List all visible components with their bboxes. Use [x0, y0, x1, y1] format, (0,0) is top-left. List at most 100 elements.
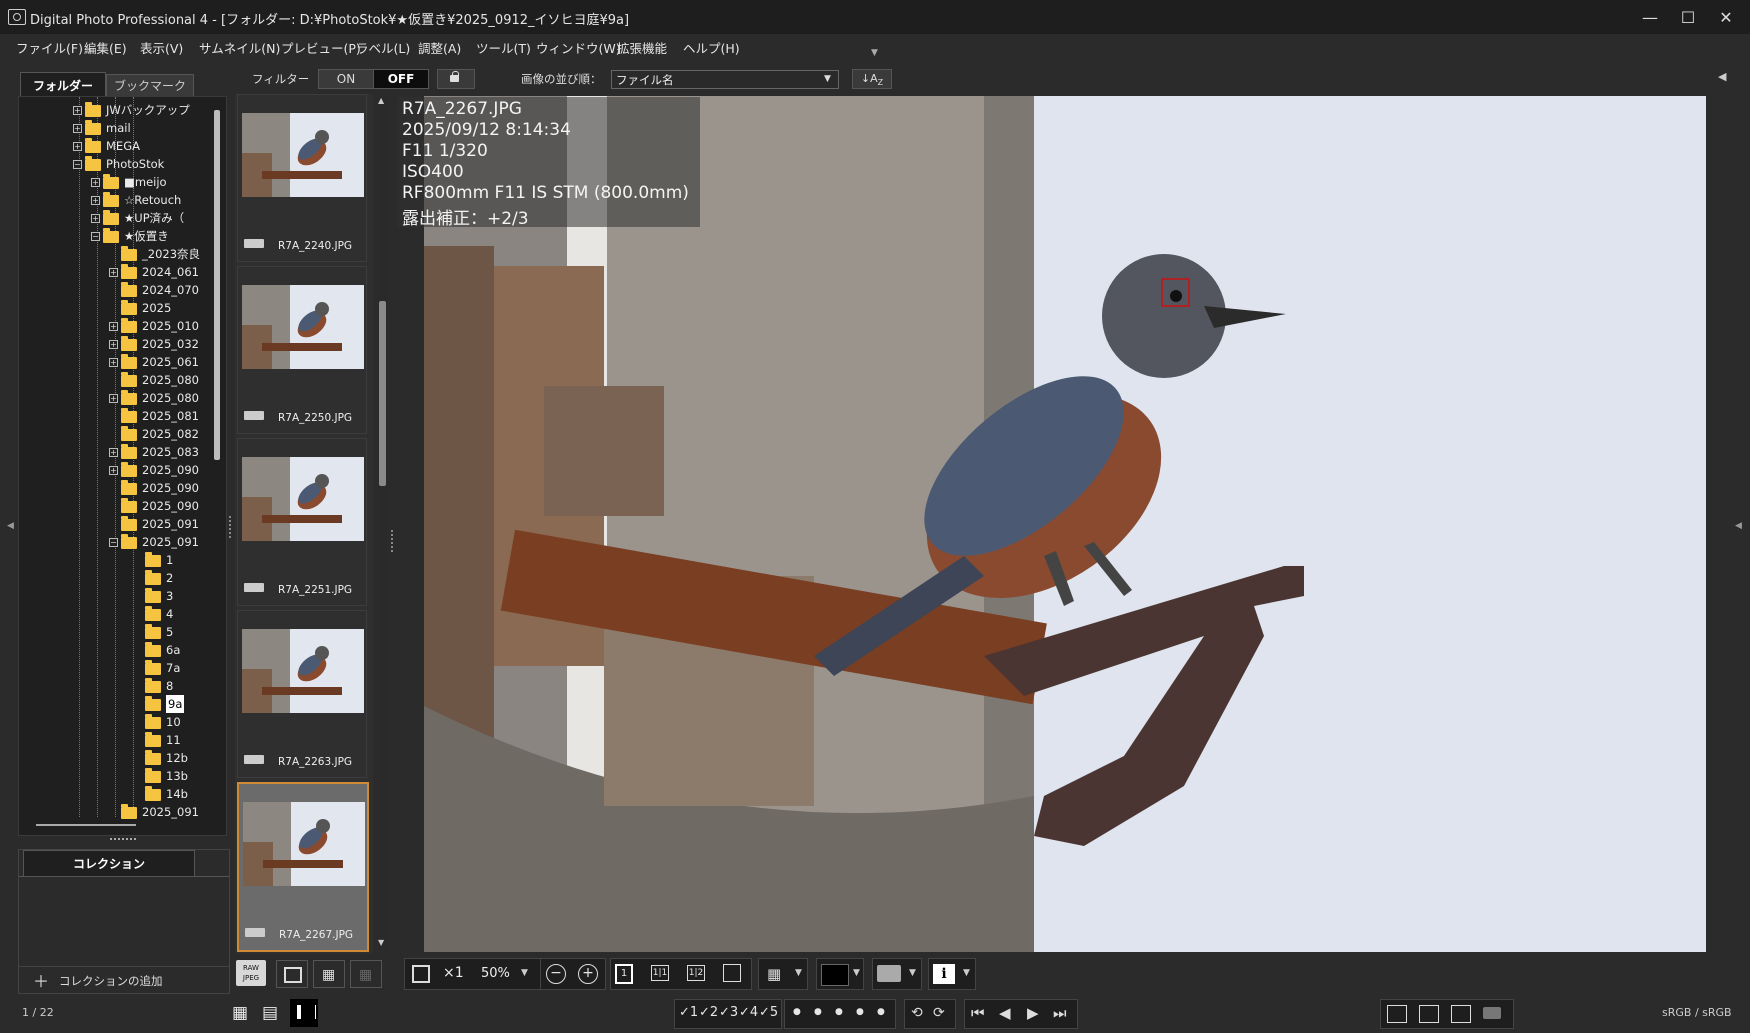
- tree-expander-icon[interactable]: +: [91, 178, 100, 187]
- right-panel-expand-icon[interactable]: ◀: [1735, 521, 1742, 531]
- tree-expander-icon[interactable]: +: [109, 466, 118, 475]
- rotate-right-icon[interactable]: ⟳: [933, 1005, 945, 1021]
- rating-dot-3[interactable]: ●: [835, 1007, 843, 1017]
- check-mark-1[interactable]: ✓1: [679, 1005, 698, 1020]
- menu-extensions[interactable]: 拡張機能: [617, 38, 667, 57]
- splitter-thumbs[interactable]: [391, 530, 396, 552]
- minimize-button[interactable]: —: [1632, 6, 1668, 30]
- thumbnail-item[interactable]: R7A_2240.JPG: [237, 94, 367, 262]
- grid-thumb-button[interactable]: ▦: [313, 960, 345, 988]
- filter-lock-button[interactable]: [437, 69, 475, 89]
- last-image-icon[interactable]: ⏭: [1053, 1004, 1067, 1022]
- tab-collection[interactable]: コレクション: [23, 850, 195, 877]
- zoom-100-button[interactable]: ×1: [443, 965, 464, 981]
- single-view-button[interactable]: 1: [615, 964, 633, 984]
- menu-window[interactable]: ウィンドウ(W): [536, 38, 621, 57]
- tree-expander-icon[interactable]: +: [109, 322, 118, 331]
- navigator-icon[interactable]: [1419, 1005, 1439, 1023]
- strip-layout-icon[interactable]: ▤: [262, 1003, 278, 1023]
- tool-palette-icon[interactable]: [1387, 1005, 1407, 1023]
- filter-off-button[interactable]: OFF: [373, 69, 429, 89]
- tree-expander-icon[interactable]: +: [91, 214, 100, 223]
- first-image-icon[interactable]: ⏮: [971, 1004, 985, 1022]
- camera-icon[interactable]: [1483, 1007, 1501, 1019]
- rating-dot-1[interactable]: ●: [793, 1007, 801, 1017]
- compare-11-button[interactable]: 1|1: [651, 965, 669, 981]
- menu-label[interactable]: ラベル(L): [356, 38, 410, 57]
- add-icon[interactable]: ＋: [33, 968, 49, 992]
- thumbnail-scrollbar[interactable]: ▲ ▼: [378, 96, 388, 950]
- loupe-icon[interactable]: [1451, 1005, 1471, 1023]
- tree-expander-icon[interactable]: +: [109, 448, 118, 457]
- fit-screen-icon[interactable]: [412, 965, 430, 983]
- menu-edit[interactable]: 編集(E): [84, 38, 127, 57]
- thumbnail-item[interactable]: R7A_2251.JPG: [237, 438, 367, 606]
- tree-expander-icon[interactable]: +: [73, 142, 82, 151]
- menu-adjust[interactable]: 調整(A): [418, 38, 461, 57]
- grid-overlay-button[interactable]: ▦ ▼: [758, 958, 808, 990]
- tab-folder[interactable]: フォルダー: [20, 72, 106, 99]
- maximize-button[interactable]: ☐: [1670, 6, 1706, 30]
- zoom-in-button[interactable]: +: [578, 964, 598, 984]
- highlight-warning-button[interactable]: ▼: [872, 958, 922, 990]
- filter-on-button[interactable]: ON: [318, 69, 374, 89]
- rotate-left-icon[interactable]: ⟲: [911, 1005, 923, 1021]
- add-collection-button[interactable]: コレクションの追加: [59, 973, 163, 989]
- previous-image-icon[interactable]: ◀: [999, 1004, 1011, 1022]
- menu-tools[interactable]: ツール(T): [476, 38, 531, 57]
- sort-select[interactable]: ファイル名 ▼: [611, 70, 839, 89]
- check-mark-3[interactable]: ✓3: [719, 1005, 738, 1020]
- panel-splitter[interactable]: [110, 838, 136, 844]
- toolbar-collapse-icon[interactable]: ▼: [871, 48, 878, 58]
- thumbnail-scrollbar-thumb[interactable]: [379, 301, 386, 486]
- tree-expander-icon[interactable]: +: [109, 394, 118, 403]
- grid-large-button[interactable]: ▦: [350, 960, 382, 988]
- tab-bookmark[interactable]: ブックマーク: [106, 74, 194, 98]
- raw-jpeg-button[interactable]: RAW JPEG: [236, 960, 266, 986]
- close-button[interactable]: ✕: [1708, 6, 1744, 30]
- folder-icon: [145, 642, 161, 657]
- tree-expander-icon[interactable]: +: [109, 358, 118, 367]
- thumbnail-item[interactable]: R7A_2267.JPG: [237, 782, 369, 952]
- tree-expander-icon[interactable]: −: [91, 232, 100, 241]
- rating-dot-5[interactable]: ●: [877, 1007, 885, 1017]
- compare-12-button[interactable]: 1|2: [687, 965, 705, 981]
- check-mark-5[interactable]: ✓5: [759, 1005, 778, 1020]
- tree-expander-icon[interactable]: +: [109, 268, 118, 277]
- left-panel-collapse-icon[interactable]: ◀: [7, 521, 14, 531]
- single-thumb-button[interactable]: [276, 960, 308, 988]
- tree-expander-icon[interactable]: +: [73, 106, 82, 115]
- collapse-right-icon[interactable]: ◀: [1718, 70, 1726, 83]
- tree-expander-icon[interactable]: +: [109, 340, 118, 349]
- menu-preview[interactable]: プレビュー(P): [281, 38, 361, 57]
- af-point-button[interactable]: ▼: [816, 958, 864, 990]
- next-image-icon[interactable]: ▶: [1027, 1004, 1039, 1022]
- multi-view-button[interactable]: [723, 964, 741, 982]
- sort-direction-button[interactable]: ↓AZ: [852, 69, 892, 89]
- zoom-value[interactable]: 50%: [481, 966, 510, 981]
- thumbnail-item[interactable]: R7A_2250.JPG: [237, 266, 367, 434]
- tree-expander-icon[interactable]: −: [73, 160, 82, 169]
- folder-icon: [121, 408, 137, 423]
- check-mark-4[interactable]: ✓4: [739, 1005, 758, 1020]
- splitter-left[interactable]: [229, 516, 234, 538]
- zoom-chevron-down-icon[interactable]: ▼: [521, 968, 528, 978]
- menu-view[interactable]: 表示(V): [140, 38, 183, 57]
- tree-expander-icon[interactable]: +: [91, 196, 100, 205]
- edit-layout-button[interactable]: [290, 999, 318, 1027]
- rating-dot-2[interactable]: ●: [814, 1007, 822, 1017]
- menu-file[interactable]: ファイル(F): [16, 38, 83, 57]
- info-display-button[interactable]: i ▼: [928, 958, 976, 990]
- tree-scrollbar-thumb[interactable]: [214, 110, 220, 460]
- tree-expander-icon[interactable]: −: [109, 538, 118, 547]
- thumbnail-layout-icon[interactable]: ▦: [232, 1003, 248, 1023]
- rating-dot-4[interactable]: ●: [856, 1007, 864, 1017]
- tree-expander-icon[interactable]: +: [73, 124, 82, 133]
- zoom-out-button[interactable]: −: [546, 964, 566, 984]
- check-mark-2[interactable]: ✓2: [699, 1005, 718, 1020]
- menu-help[interactable]: ヘルプ(H): [683, 38, 740, 57]
- tree-hscroll-thumb[interactable]: [36, 824, 136, 826]
- menu-thumbnail[interactable]: サムネイル(N): [199, 38, 280, 57]
- thumbnail-item[interactable]: R7A_2263.JPG: [237, 610, 367, 778]
- grid-large-icon: ▦: [359, 967, 373, 983]
